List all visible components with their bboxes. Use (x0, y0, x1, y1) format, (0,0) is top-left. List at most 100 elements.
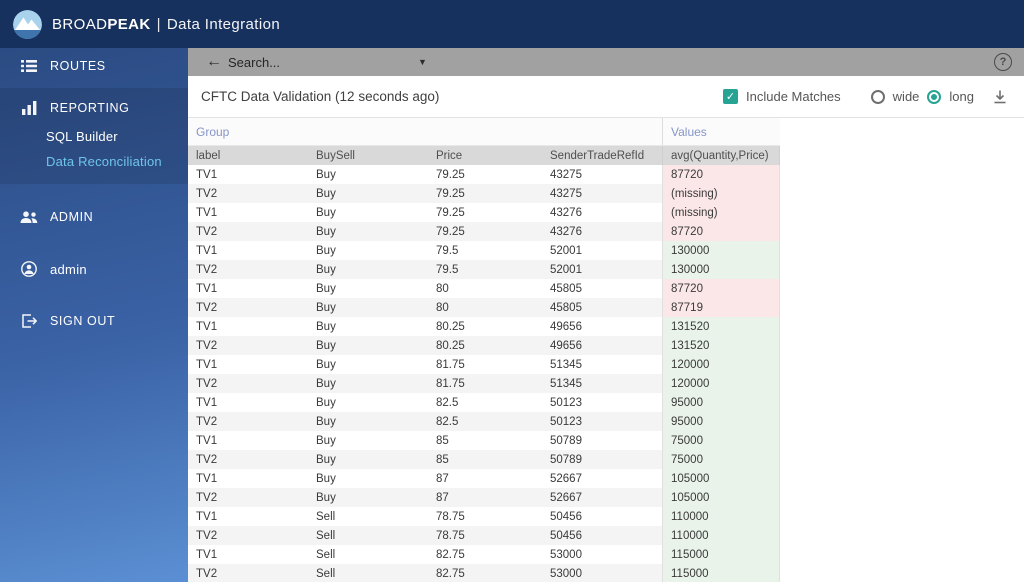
sidebar-item-label: Data Reconciliation (46, 154, 162, 169)
table-body: TV1 Buy 79.25 43275 87720 TV2 Buy 79.25 43275 (mi… (188, 165, 780, 582)
back-arrow-button[interactable]: ← (206, 54, 228, 70)
chevron-down-icon[interactable]: ▼ (414, 55, 431, 69)
cell-buysell: Buy (316, 434, 336, 447)
cell-label: TV1 (196, 548, 218, 561)
wide-radio-label[interactable]: wide (893, 89, 920, 104)
sidebar-item-sign-out[interactable]: SIGN OUT (0, 302, 188, 340)
table-row[interactable]: TV1 Buy 81.75 51345 120000 (188, 355, 780, 374)
cell-buysell: Buy (316, 415, 336, 428)
cell-sendertraderefid: 50789 (550, 434, 582, 447)
column-header-buysell[interactable]: BuySell (308, 146, 428, 165)
sidebar-item-user[interactable]: admin (0, 250, 188, 288)
table-row[interactable]: TV1 Buy 85 50789 75000 (188, 431, 780, 450)
search-input[interactable] (228, 54, 414, 70)
cell-value: 131520 (662, 317, 780, 336)
cell-buysell: Buy (316, 320, 336, 333)
table-row[interactable]: TV1 Buy 79.25 43275 87720 (188, 165, 780, 184)
table-row[interactable]: TV2 Buy 85 50789 75000 (188, 450, 780, 469)
table-row[interactable]: TV1 Buy 82.5 50123 95000 (188, 393, 780, 412)
table-row[interactable]: TV2 Buy 80 45805 87719 (188, 298, 780, 317)
cell-price: 78.75 (436, 510, 465, 523)
app-window: BROADPEAK | Data Integration ROUTES REPO… (0, 0, 1024, 582)
cell-value: 87719 (662, 298, 780, 317)
cell-price: 81.75 (436, 377, 465, 390)
cell-buysell: Buy (316, 453, 336, 466)
cell-label: TV1 (196, 472, 218, 485)
cell-label: TV1 (196, 282, 218, 295)
cell-sendertraderefid: 51345 (550, 358, 582, 371)
sidebar-item-label: SQL Builder (46, 129, 118, 144)
table-row[interactable]: TV2 Sell 78.75 50456 110000 (188, 526, 780, 545)
cell-sendertraderefid: 52001 (550, 263, 582, 276)
cell-sendertraderefid: 50123 (550, 396, 582, 409)
sidebar-item-routes[interactable]: ROUTES (0, 50, 188, 82)
table-row[interactable]: TV2 Sell 82.75 53000 115000 (188, 564, 780, 582)
sidebar-item-data-reconciliation[interactable]: Data Reconciliation (0, 149, 188, 174)
cell-label: TV2 (196, 225, 218, 238)
table-row[interactable]: TV1 Buy 87 52667 105000 (188, 469, 780, 488)
download-icon[interactable] (992, 89, 1008, 105)
include-matches-checkbox[interactable]: ✓ (723, 89, 738, 104)
table-row[interactable]: TV1 Buy 79.25 43276 (missing) (188, 203, 780, 222)
cell-label: TV1 (196, 206, 218, 219)
sidebar-item-reporting[interactable]: REPORTING (0, 92, 188, 124)
table-row[interactable]: TV1 Sell 78.75 50456 110000 (188, 507, 780, 526)
sidebar: ROUTES REPORTING SQL Builder Data Reconc… (0, 48, 188, 582)
sidebar-item-label: ADMIN (50, 210, 94, 224)
cell-price: 79.5 (436, 263, 459, 276)
cell-value: 120000 (662, 374, 780, 393)
table-row[interactable]: TV2 Buy 87 52667 105000 (188, 488, 780, 507)
help-button[interactable]: ? (994, 53, 1012, 71)
table-row[interactable]: TV1 Sell 82.75 53000 115000 (188, 545, 780, 564)
cell-value: 110000 (662, 526, 780, 545)
search-bar: ← ▼ ? (188, 48, 1024, 76)
cell-label: TV2 (196, 529, 218, 542)
sidebar-item-admin[interactable]: ADMIN (0, 198, 188, 236)
cell-sendertraderefid: 43275 (550, 168, 582, 181)
column-header-label[interactable]: label (188, 146, 308, 165)
cell-sendertraderefid: 52667 (550, 472, 582, 485)
table-row[interactable]: TV2 Buy 81.75 51345 120000 (188, 374, 780, 393)
cell-sendertraderefid: 43275 (550, 187, 582, 200)
table-row[interactable]: TV2 Buy 79.25 43276 87720 (188, 222, 780, 241)
cell-sendertraderefid: 45805 (550, 301, 582, 314)
cell-buysell: Buy (316, 168, 336, 181)
cell-buysell: Sell (316, 510, 336, 523)
include-matches-label[interactable]: Include Matches (746, 89, 841, 104)
cell-buysell: Buy (316, 187, 336, 200)
table-row[interactable]: TV2 Buy 82.5 50123 95000 (188, 412, 780, 431)
column-header-sendertraderefid[interactable]: SenderTradeRefId (542, 146, 662, 165)
cell-buysell: Buy (316, 396, 336, 409)
table-row[interactable]: TV2 Buy 79.5 52001 130000 (188, 260, 780, 279)
cell-price: 82.75 (436, 548, 465, 561)
column-header-price[interactable]: Price (428, 146, 542, 165)
cell-value: (missing) (662, 203, 780, 222)
cell-label: TV1 (196, 168, 218, 181)
cell-sendertraderefid: 50456 (550, 529, 582, 542)
column-header-avg-quantity-price[interactable]: avg(Quantity,Price) (662, 146, 780, 165)
cell-value: 130000 (662, 260, 780, 279)
table-row[interactable]: TV2 Buy 79.25 43275 (missing) (188, 184, 780, 203)
top-header: BROADPEAK | Data Integration (0, 0, 1024, 48)
long-radio[interactable] (927, 89, 942, 104)
table-row[interactable]: TV1 Buy 80.25 49656 131520 (188, 317, 780, 336)
sidebar-item-label: SIGN OUT (50, 314, 116, 328)
cell-buysell: Buy (316, 358, 336, 371)
cell-buysell: Buy (316, 282, 336, 295)
cell-sendertraderefid: 51345 (550, 377, 582, 390)
cell-buysell: Buy (316, 206, 336, 219)
cell-buysell: Buy (316, 301, 336, 314)
table-row[interactable]: TV1 Buy 80 45805 87720 (188, 279, 780, 298)
cell-value: 75000 (662, 431, 780, 450)
sidebar-item-sql-builder[interactable]: SQL Builder (0, 124, 188, 149)
cell-label: TV1 (196, 510, 218, 523)
table-row[interactable]: TV1 Buy 79.5 52001 130000 (188, 241, 780, 260)
long-radio-label[interactable]: long (949, 89, 974, 104)
cell-buysell: Buy (316, 225, 336, 238)
table-row[interactable]: TV2 Buy 80.25 49656 131520 (188, 336, 780, 355)
cell-label: TV1 (196, 358, 218, 371)
cell-label: TV2 (196, 491, 218, 504)
wide-radio[interactable] (870, 89, 885, 104)
cell-sendertraderefid: 52001 (550, 244, 582, 257)
mountain-logo-icon (13, 9, 42, 39)
